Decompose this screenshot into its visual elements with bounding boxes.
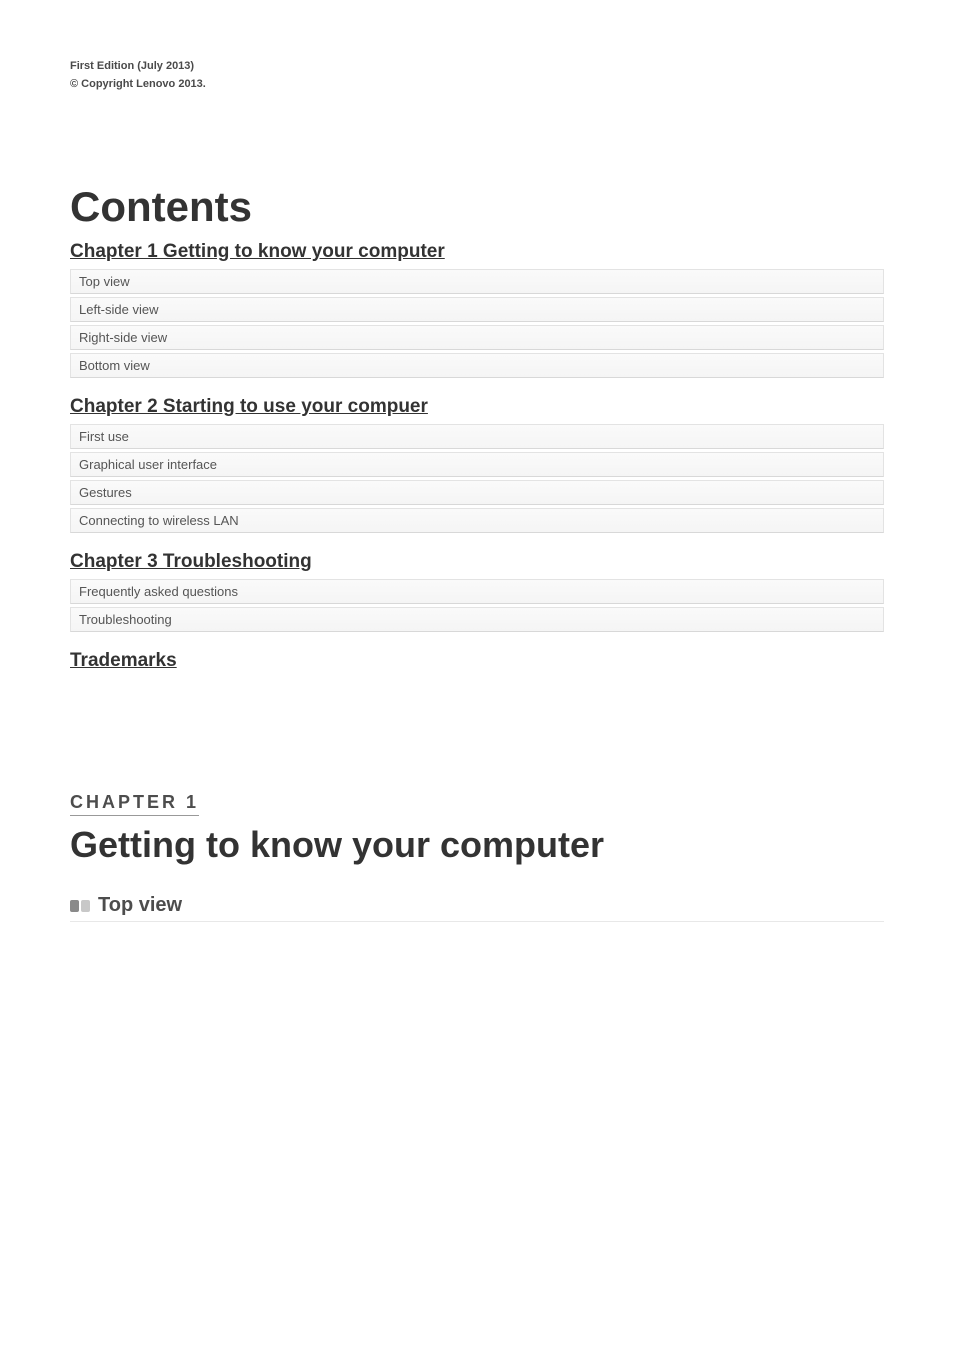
chapter-3-link[interactable]: Chapter 3 Troubleshooting <box>70 551 884 573</box>
toc-item-bottom-view[interactable]: Bottom view <box>70 353 884 378</box>
document-meta: First Edition (July 2013) © Copyright Le… <box>0 0 954 93</box>
chapter-1-label: CHAPTER 1 <box>70 792 199 816</box>
toc-item-left-side-view[interactable]: Left-side view <box>70 297 884 322</box>
toc-item-top-view[interactable]: Top view <box>70 269 884 294</box>
bullet-dark-icon <box>70 900 79 912</box>
toc-item-first-use[interactable]: First use <box>70 424 884 449</box>
chapter-2-link[interactable]: Chapter 2 Starting to use your compuer <box>70 396 884 418</box>
bullet-light-icon <box>81 900 90 912</box>
toc-item-gui[interactable]: Graphical user interface <box>70 452 884 477</box>
toc-item-faq[interactable]: Frequently asked questions <box>70 579 884 604</box>
section-bullets-icon <box>70 900 90 912</box>
chapter-1-section: CHAPTER 1 Getting to know your computer … <box>70 792 884 922</box>
section-top-view-header: Top view <box>70 894 884 922</box>
toc-item-gestures[interactable]: Gestures <box>70 480 884 505</box>
toc-item-wireless-lan[interactable]: Connecting to wireless LAN <box>70 508 884 533</box>
chapter-1-link[interactable]: Chapter 1 Getting to know your computer <box>70 241 884 263</box>
toc-item-right-side-view[interactable]: Right-side view <box>70 325 884 350</box>
copyright-text: © Copyright Lenovo 2013. <box>70 76 954 94</box>
chapter-2-toc: First use Graphical user interface Gestu… <box>70 424 884 533</box>
chapter-3-toc: Frequently asked questions Troubleshooti… <box>70 579 884 632</box>
chapter-1-toc: Top view Left-side view Right-side view … <box>70 269 884 378</box>
contents-title: Contents <box>70 183 884 231</box>
toc-item-troubleshooting[interactable]: Troubleshooting <box>70 607 884 632</box>
chapter-1-title: Getting to know your computer <box>70 824 884 866</box>
trademarks-link[interactable]: Trademarks <box>70 650 884 672</box>
edition-text: First Edition (July 2013) <box>70 58 954 76</box>
section-top-view-title: Top view <box>98 894 182 917</box>
main-content: Contents Chapter 1 Getting to know your … <box>0 93 954 922</box>
